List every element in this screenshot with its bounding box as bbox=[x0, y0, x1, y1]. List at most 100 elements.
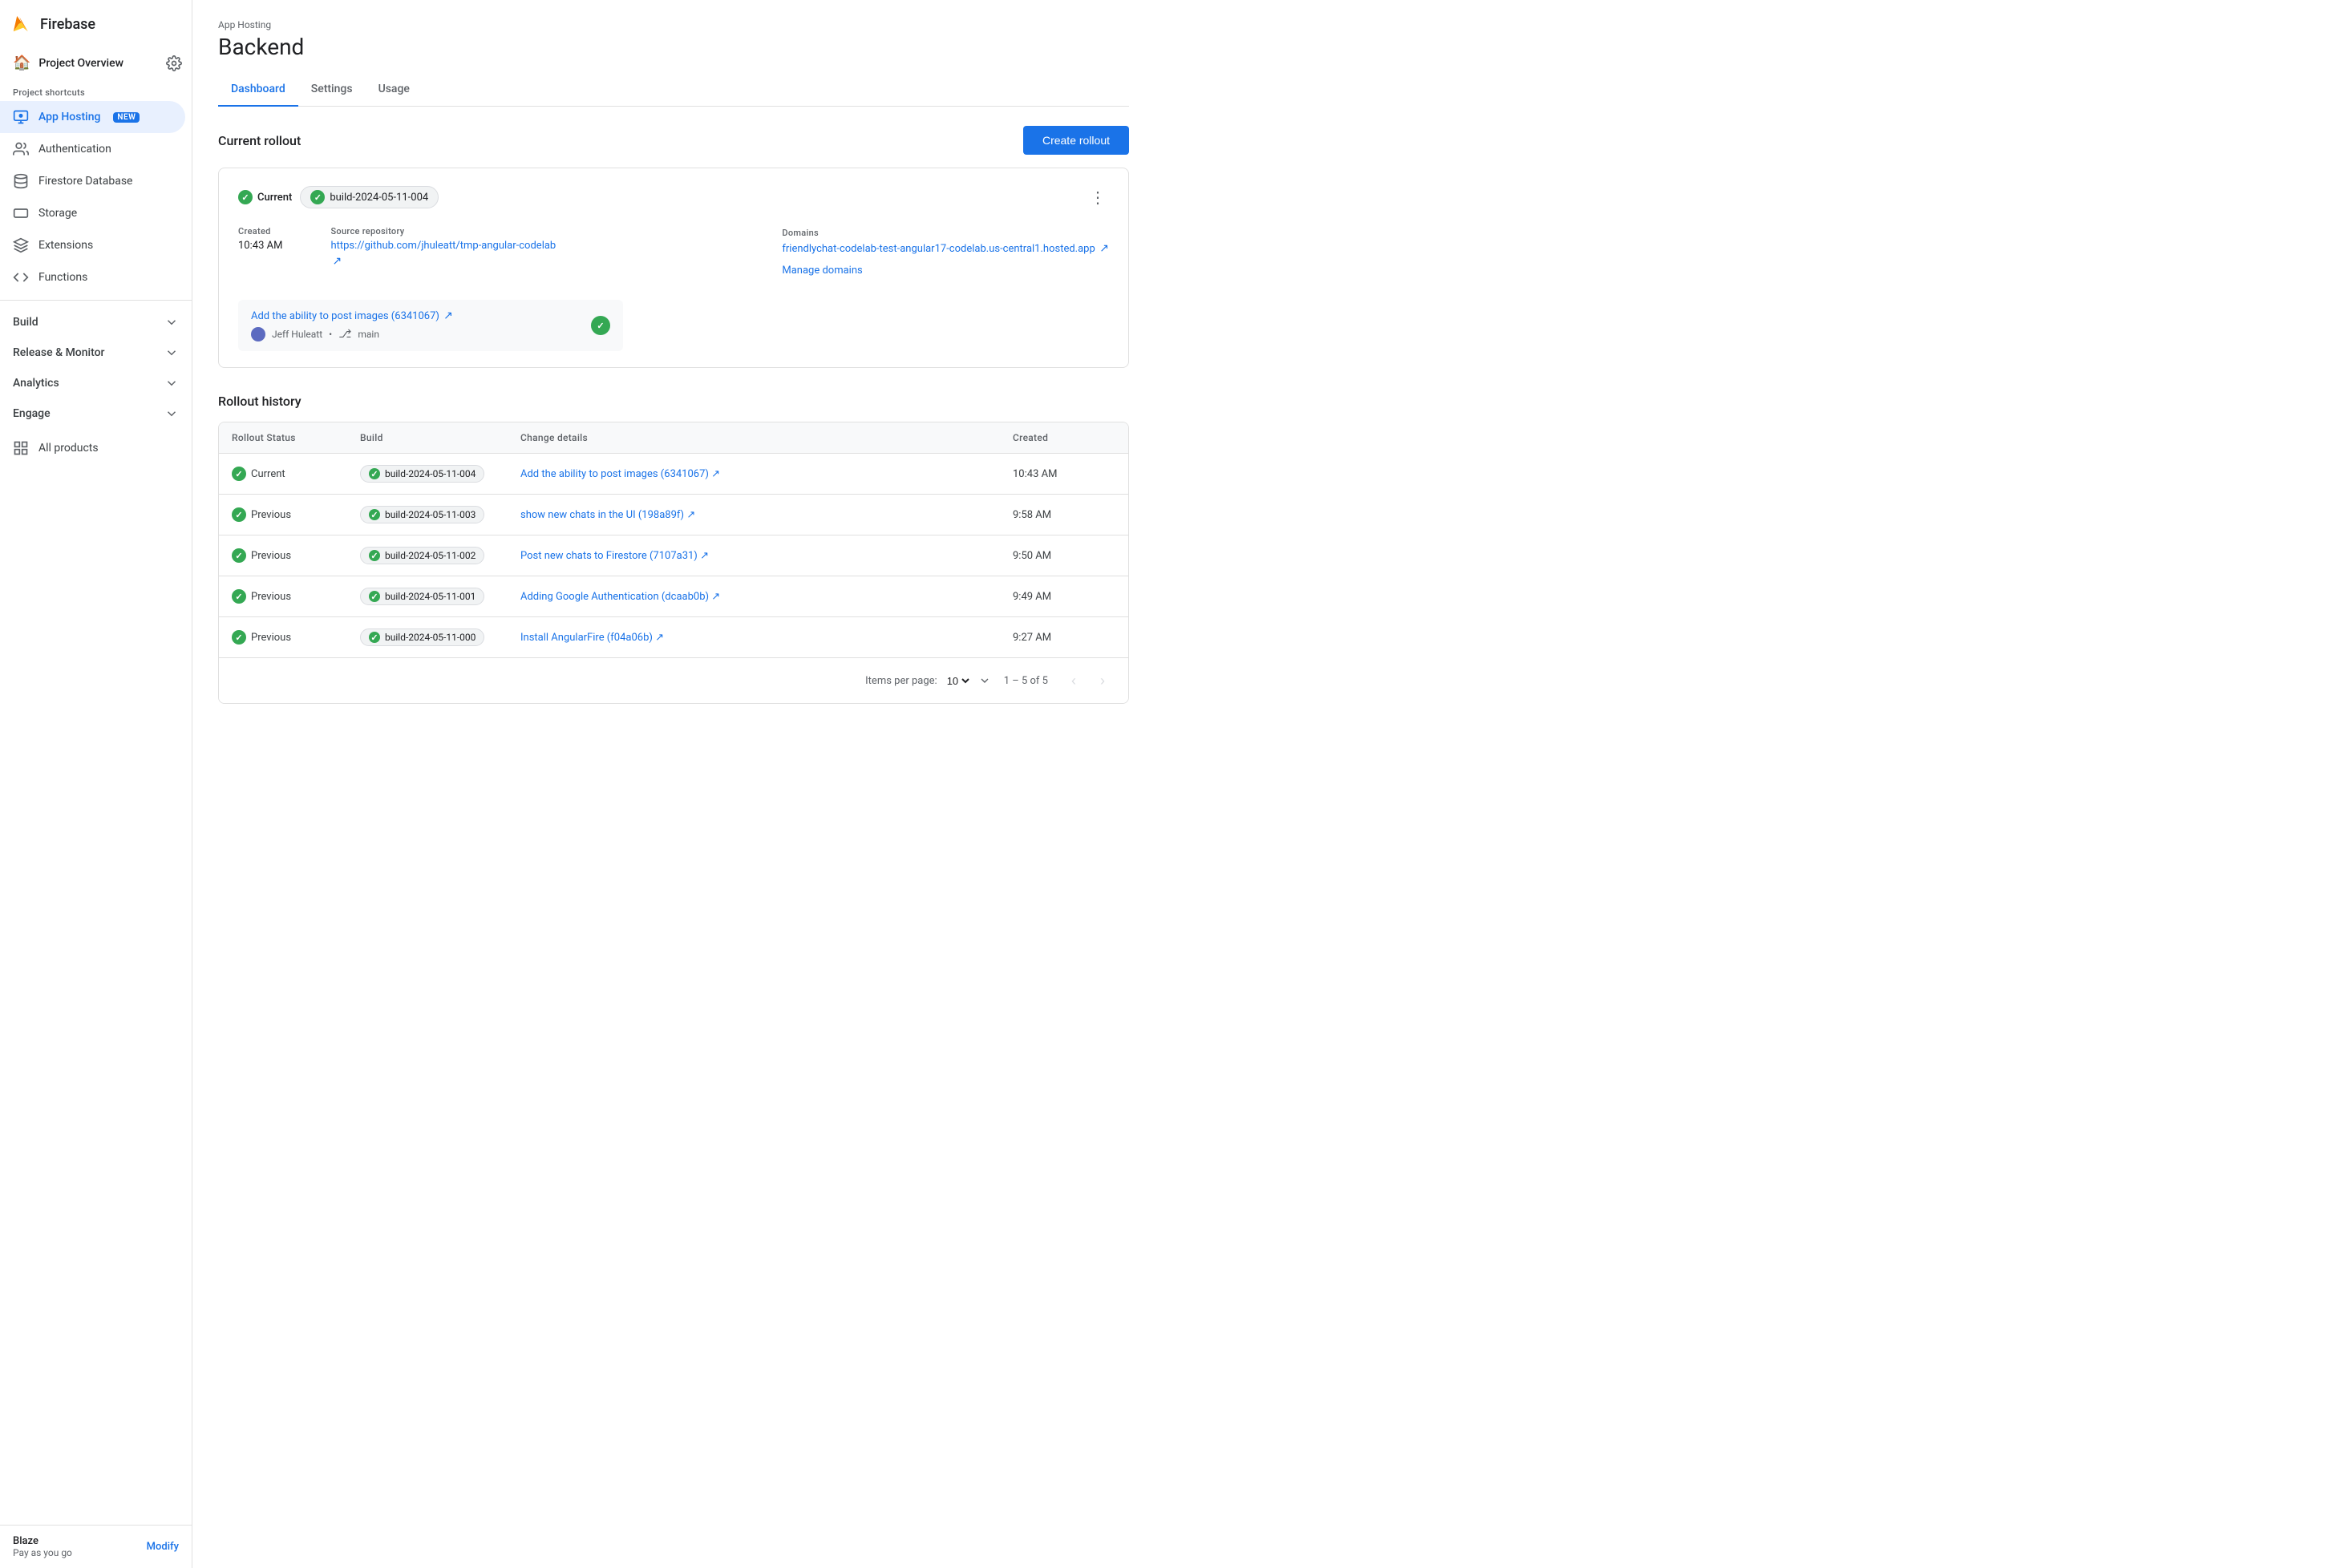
chevron-down-icon-3 bbox=[164, 376, 179, 390]
row-change: Adding Google Authentication (dcaab0b) ↗ bbox=[508, 580, 1000, 614]
shortcuts-label: Project shortcuts bbox=[0, 78, 192, 101]
sidebar-item-firestore[interactable]: Firestore Database bbox=[0, 165, 185, 197]
domain-ext-icon: ↗ bbox=[1099, 242, 1109, 255]
row-check-icon bbox=[232, 507, 246, 522]
tab-settings[interactable]: Settings bbox=[298, 73, 366, 107]
current-rollout-title: Current rollout bbox=[218, 133, 301, 148]
change-link[interactable]: Adding Google Authentication (dcaab0b) ↗ bbox=[520, 591, 720, 603]
sidebar-item-app-hosting[interactable]: App Hosting NEW bbox=[0, 101, 185, 133]
sidebar-item-extensions[interactable]: Extensions bbox=[0, 229, 185, 261]
commit-title-link[interactable]: Add the ability to post images (6341067)… bbox=[251, 309, 453, 322]
row-status-text: Previous bbox=[251, 591, 291, 603]
created-meta: Created 10:43 AM bbox=[238, 226, 282, 268]
col-status: Rollout Status bbox=[219, 422, 347, 453]
sidebar-item-authentication[interactable]: Authentication bbox=[0, 133, 185, 165]
ext-icon: ↗ bbox=[700, 550, 709, 562]
created-label: Created bbox=[238, 226, 282, 236]
dropdown-icon bbox=[978, 674, 991, 687]
plan-type: Pay as you go bbox=[13, 1547, 72, 1558]
build-id-badge: build-2024-05-11-004 bbox=[300, 186, 439, 208]
row-change: Add the ability to post images (6341067)… bbox=[508, 457, 1000, 491]
extensions-label: Extensions bbox=[38, 239, 93, 252]
chevron-down-icon-4 bbox=[164, 406, 179, 421]
table-row: Previous build-2024-05-11-000 Install An… bbox=[219, 617, 1128, 658]
firestore-label: Firestore Database bbox=[38, 175, 132, 188]
commit-meta: Jeff Huleatt • ⎇ main bbox=[251, 327, 453, 341]
ext-icon: ↗ bbox=[655, 632, 664, 644]
tab-dashboard[interactable]: Dashboard bbox=[218, 73, 298, 107]
main-content-area: App Hosting Backend Dashboard Settings U… bbox=[192, 0, 2327, 1568]
status-label: Current bbox=[257, 192, 292, 204]
row-build: build-2024-05-11-002 bbox=[347, 535, 508, 576]
row-check-icon bbox=[232, 589, 246, 604]
auth-label: Authentication bbox=[38, 143, 111, 156]
row-created: 9:49 AM bbox=[1000, 580, 1128, 614]
project-overview-label: Project Overview bbox=[38, 57, 123, 70]
all-products-item[interactable]: All products bbox=[0, 432, 185, 464]
build-check-icon bbox=[369, 509, 380, 520]
app-hosting-icon bbox=[13, 109, 29, 125]
create-rollout-button[interactable]: Create rollout bbox=[1023, 126, 1129, 155]
commit-branch: main bbox=[358, 329, 379, 340]
row-change: Install AngularFire (f04a06b) ↗ bbox=[508, 620, 1000, 655]
row-status: Previous bbox=[219, 578, 347, 615]
analytics-category[interactable]: Analytics bbox=[0, 368, 192, 398]
created-time: 10:43 AM bbox=[238, 240, 282, 252]
rollout-badges: Current build-2024-05-11-004 bbox=[238, 186, 439, 208]
page-title: Backend bbox=[218, 34, 1129, 60]
sidebar-item-storage[interactable]: Storage bbox=[0, 197, 185, 229]
page-nav: ‹ › bbox=[1061, 668, 1115, 693]
engage-label: Engage bbox=[13, 407, 51, 420]
release-monitor-category[interactable]: Release & Monitor bbox=[0, 337, 192, 368]
modify-button[interactable]: Modify bbox=[147, 1541, 179, 1553]
engage-category[interactable]: Engage bbox=[0, 398, 192, 429]
build-category[interactable]: Build bbox=[0, 307, 192, 337]
tab-usage[interactable]: Usage bbox=[366, 73, 423, 107]
row-status-text: Previous bbox=[251, 632, 291, 644]
row-status: Previous bbox=[219, 496, 347, 533]
settings-icon[interactable] bbox=[166, 55, 182, 71]
project-overview-item[interactable]: 🏠 Project Overview bbox=[0, 48, 192, 78]
build-id-text: build-2024-05-11-003 bbox=[385, 509, 476, 520]
change-link[interactable]: show new chats in the UI (198a89f) ↗ bbox=[520, 509, 695, 521]
row-build: build-2024-05-11-003 bbox=[347, 495, 508, 535]
items-per-page-select[interactable]: 10 25 50 bbox=[944, 674, 972, 688]
row-created: 9:27 AM bbox=[1000, 620, 1128, 655]
rollout-card-header: Current build-2024-05-11-004 ⋮ bbox=[238, 184, 1109, 210]
plan-name: Blaze bbox=[13, 1535, 72, 1547]
row-status-text: Previous bbox=[251, 509, 291, 521]
row-check-icon bbox=[232, 467, 246, 481]
build-check-icon bbox=[369, 550, 380, 561]
sidebar-item-functions[interactable]: Functions bbox=[0, 261, 185, 293]
analytics-label: Analytics bbox=[13, 377, 59, 390]
table-header: Rollout Status Build Change details Crea… bbox=[219, 422, 1128, 454]
storage-label: Storage bbox=[38, 207, 77, 220]
current-status-badge: Current bbox=[238, 190, 292, 204]
change-link[interactable]: Add the ability to post images (6341067)… bbox=[520, 468, 720, 480]
commit-title-text: Add the ability to post images (6341067) bbox=[251, 310, 439, 322]
change-link[interactable]: Install AngularFire (f04a06b) ↗ bbox=[520, 632, 664, 644]
change-text: show new chats in the UI (198a89f) bbox=[520, 509, 684, 521]
prev-page-button[interactable]: ‹ bbox=[1061, 668, 1087, 693]
change-link[interactable]: Post new chats to Firestore (7107a31) ↗ bbox=[520, 550, 709, 562]
sidebar-header: Firebase bbox=[0, 0, 192, 48]
build-id-text: build-2024-05-11-004 bbox=[385, 468, 476, 479]
manage-domains-link[interactable]: Manage domains bbox=[782, 265, 1109, 277]
build-id-label: build-2024-05-11-004 bbox=[330, 192, 428, 204]
domains-label: Domains bbox=[782, 228, 819, 238]
next-page-button[interactable]: › bbox=[1090, 668, 1115, 693]
ext-icon: ↗ bbox=[711, 591, 720, 603]
col-change: Change details bbox=[508, 422, 1000, 453]
build-id-text: build-2024-05-11-002 bbox=[385, 550, 476, 561]
ext-icon: ↗ bbox=[686, 509, 695, 521]
chevron-down-icon bbox=[164, 315, 179, 329]
extensions-icon bbox=[13, 237, 29, 253]
more-options-icon[interactable]: ⋮ bbox=[1087, 184, 1109, 210]
domain-link[interactable]: friendlychat-codelab-test-angular17-code… bbox=[782, 243, 1095, 255]
ext-icon: ↗ bbox=[711, 468, 720, 480]
check-icon bbox=[238, 190, 253, 204]
storage-icon bbox=[13, 205, 29, 221]
new-badge: NEW bbox=[113, 112, 140, 123]
row-build: build-2024-05-11-004 bbox=[347, 454, 508, 494]
source-repo-link[interactable]: https://github.com/jhuleatt/tmp-angular-… bbox=[330, 240, 556, 252]
